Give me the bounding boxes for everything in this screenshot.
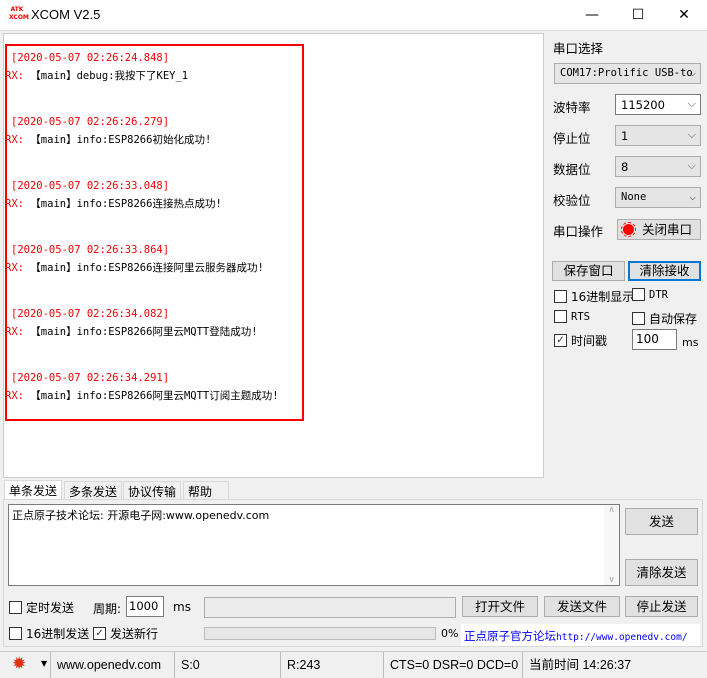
forum-link[interactable]: 正点原子官方论坛http://www.openedv.com/ (461, 624, 700, 646)
checkbox-icon (554, 310, 567, 323)
app-logo-icon: ATK XCOM (9, 6, 29, 21)
log-entry: [2020-05-07 02:26:34.082] RX: 【main】info:… (5, 308, 258, 338)
status-time: 当前时间 14:26:37 (522, 652, 631, 678)
data-select[interactable]: 8 ⌵ (615, 156, 701, 177)
send-file-button[interactable]: 发送文件 (544, 596, 620, 617)
chevron-down-icon: ⌵ (689, 190, 696, 203)
tab-protocol[interactable]: 协议传输 (123, 481, 182, 500)
file-path-field[interactable] (204, 597, 456, 618)
log-entry: [2020-05-07 02:26:26.279] RX: 【main】info:… (5, 116, 212, 146)
timestamp-input[interactable]: 100 (632, 329, 677, 350)
progress-text: 0% (441, 627, 459, 640)
send-textarea[interactable]: 正点原子技术论坛: 开源电子网:www.openedv.com (8, 504, 620, 586)
checkbox-icon (9, 627, 22, 640)
settings-gear-icon[interactable]: ✹ (12, 654, 26, 674)
chevron-down-icon: ⌵ (687, 128, 696, 141)
stop-select[interactable]: 1 ⌵ (615, 125, 701, 146)
clear-send-button[interactable]: 清除发送 (625, 559, 698, 586)
port-label: 串口选择 (553, 41, 604, 56)
timestamp-checkbox[interactable]: ✓ 时间戳 (554, 332, 607, 349)
scroll-down-icon: ∨ (608, 575, 615, 585)
timestamp-unit: ms (682, 336, 699, 349)
autosave-checkbox[interactable]: 自动保存 (632, 310, 697, 327)
scroll-up-icon: ∧ (608, 505, 615, 515)
window-title: XCOM V2.5 (31, 7, 101, 22)
stop-value: 1 (621, 129, 629, 143)
port-select[interactable]: COM17:Prolific USB-to ⌵ (554, 63, 701, 84)
title-bar: ATK XCOM XCOM V2.5 — ☐ ✕ (0, 0, 707, 31)
status-lines: CTS=0 DSR=0 DCD=0 (383, 652, 518, 678)
rts-checkbox[interactable]: RTS (554, 310, 590, 323)
stop-label: 停止位 (553, 131, 591, 146)
status-received: R:243 (280, 652, 320, 678)
data-label: 数据位 (553, 162, 591, 177)
open-file-button[interactable]: 打开文件 (462, 596, 538, 617)
timed-send-checkbox[interactable]: 定时发送 (9, 599, 74, 616)
close-button[interactable]: ✕ (661, 0, 707, 31)
parity-select[interactable]: None ⌵ (615, 187, 701, 208)
checkbox-icon (9, 601, 22, 614)
dropdown-arrow-icon[interactable]: ▼ (41, 659, 47, 668)
tab-help[interactable]: 帮助 (183, 481, 229, 500)
tab-multi-send[interactable]: 多条发送 (64, 481, 123, 500)
port-value: COM17:Prolific USB-to (560, 67, 693, 79)
dtr-checkbox[interactable]: DTR (632, 288, 668, 301)
maximize-button[interactable]: ☐ (615, 0, 661, 31)
close-port-button[interactable]: 关闭串口 (617, 219, 701, 240)
chevron-down-icon: ⌵ (687, 159, 696, 172)
highlight-box: [2020-05-07 02:26:24.848] RX: 【main】debug… (5, 44, 304, 421)
status-sent: S:0 (174, 652, 200, 678)
log-entry: [2020-05-07 02:26:33.048] RX: 【main】info:… (5, 180, 222, 210)
period-input[interactable]: 1000 (126, 596, 164, 617)
baud-select[interactable]: 115200 ⌵ (615, 94, 701, 115)
send-progress-bar (204, 627, 436, 640)
baud-label: 波特率 (553, 100, 591, 115)
checkmark-icon: ✓ (554, 334, 567, 347)
scrollbar[interactable]: ∧ ∨ (604, 505, 619, 585)
status-led-icon (621, 222, 636, 237)
checkbox-icon (632, 312, 645, 325)
checkbox-icon (554, 290, 567, 303)
hex-display-checkbox[interactable]: 16进制显示 (554, 288, 634, 305)
save-window-button[interactable]: 保存窗口 (552, 261, 625, 281)
period-unit: ms (173, 600, 191, 614)
op-label: 串口操作 (553, 224, 604, 239)
hex-send-checkbox[interactable]: 16进制发送 (9, 625, 89, 642)
log-entry: [2020-05-07 02:26:34.291] RX: 【main】info:… (5, 372, 279, 402)
stop-send-button[interactable]: 停止发送 (625, 596, 698, 617)
send-button[interactable]: 发送 (625, 508, 698, 535)
tab-single-send[interactable]: 单条发送 (4, 480, 63, 500)
log-entry: [2020-05-07 02:26:24.848] RX: 【main】debug… (5, 52, 189, 82)
minimize-button[interactable]: — (569, 0, 615, 31)
chevron-down-icon: ⌵ (689, 66, 696, 79)
checkmark-icon: ✓ (93, 627, 106, 640)
checkbox-icon (632, 288, 645, 301)
baud-value: 115200 (621, 98, 665, 112)
status-website[interactable]: www.openedv.com (50, 652, 161, 678)
clear-receive-button[interactable]: 清除接收 (628, 261, 701, 281)
parity-label: 校验位 (553, 193, 591, 208)
send-newline-checkbox[interactable]: ✓ 发送新行 (93, 625, 158, 642)
data-value: 8 (621, 160, 629, 174)
period-label: 周期: (93, 602, 122, 616)
chevron-down-icon: ⌵ (687, 97, 696, 110)
log-entry: [2020-05-07 02:26:33.864] RX: 【main】info:… (5, 244, 264, 274)
parity-value: None (621, 191, 647, 203)
